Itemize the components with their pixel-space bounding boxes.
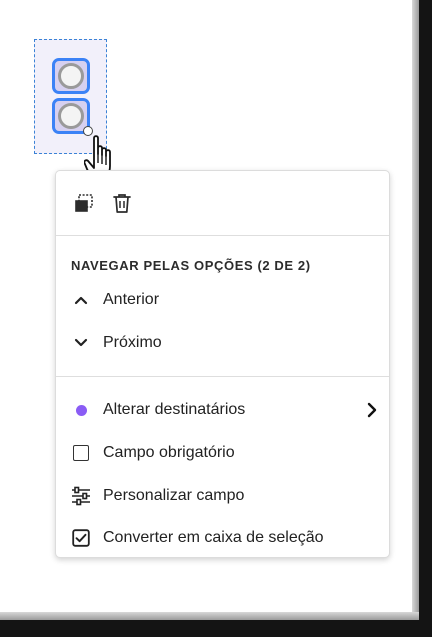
next-option-item[interactable]: Próximo xyxy=(56,326,389,360)
convert-to-checkbox-item[interactable]: Converter em caixa de seleção xyxy=(56,521,389,555)
trash-icon xyxy=(113,194,131,213)
frame-border xyxy=(419,0,432,637)
recipient-color-icon xyxy=(70,399,92,421)
frame-edge xyxy=(0,612,419,620)
required-field-item[interactable]: Campo obrigatório xyxy=(56,436,389,470)
delete-button[interactable] xyxy=(110,191,134,215)
recipient-color-dot xyxy=(75,404,87,416)
customize-field-label: Personalizar campo xyxy=(103,487,245,504)
radio-option-1[interactable] xyxy=(52,58,90,94)
previous-option-item[interactable]: Anterior xyxy=(56,283,389,317)
chevron-right-icon xyxy=(367,402,377,418)
customize-field-item[interactable]: Personalizar campo xyxy=(56,479,389,513)
required-field-label: Campo obrigatório xyxy=(103,444,235,461)
checkbox-checked-icon xyxy=(70,527,92,549)
navigate-options-heading: NAVEGAR PELAS OPÇÕES (2 DE 2) xyxy=(71,258,311,273)
previous-option-label: Anterior xyxy=(103,291,160,308)
change-recipients-item[interactable]: Alterar destinatários xyxy=(56,393,389,427)
sliders-icon xyxy=(70,485,92,507)
frame-border xyxy=(0,620,432,637)
canvas: NAVEGAR PELAS OPÇÕES (2 DE 2) Anterior P… xyxy=(0,0,432,637)
change-recipients-label: Alterar destinatários xyxy=(103,401,246,418)
checkbox-unchecked-icon xyxy=(70,442,92,464)
next-option-label: Próximo xyxy=(103,334,162,351)
duplicate-button[interactable] xyxy=(72,191,96,215)
frame-edge xyxy=(412,0,419,622)
field-context-menu: NAVEGAR PELAS OPÇÕES (2 DE 2) Anterior P… xyxy=(55,170,390,558)
menu-toolbar xyxy=(56,171,389,236)
menu-divider xyxy=(56,376,389,377)
duplicate-icon xyxy=(75,194,93,212)
radio-circle xyxy=(58,63,84,89)
radio-circle xyxy=(58,103,84,129)
chevron-down-icon xyxy=(70,332,92,354)
convert-to-checkbox-label: Converter em caixa de seleção xyxy=(103,529,324,546)
chevron-up-icon xyxy=(70,289,92,311)
